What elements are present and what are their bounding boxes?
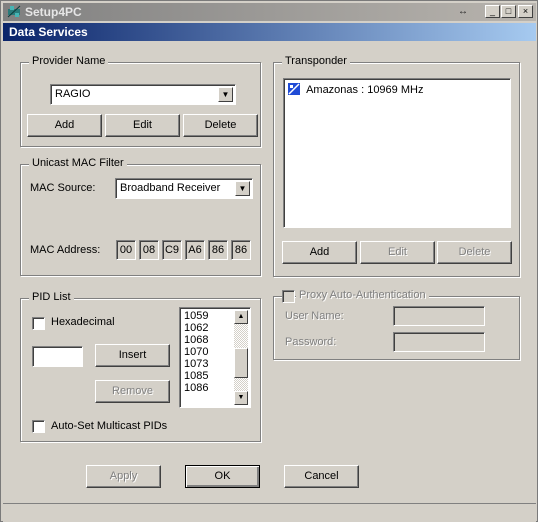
dialog-header: Data Services bbox=[3, 23, 536, 41]
provider-delete-button[interactable]: Delete bbox=[183, 114, 258, 137]
transponder-item-label: Amazonas : 10969 MHz bbox=[306, 84, 424, 96]
scrollbar-thumb[interactable] bbox=[234, 348, 248, 378]
status-bar bbox=[3, 503, 536, 522]
close-button[interactable]: × bbox=[518, 5, 533, 18]
provider-dropdown[interactable]: RAGIO ▼ bbox=[50, 84, 236, 105]
provider-add-button[interactable]: Add bbox=[27, 114, 102, 137]
scroll-down-icon[interactable]: ▼ bbox=[234, 391, 248, 405]
hexadecimal-label: Hexadecimal bbox=[51, 316, 115, 328]
list-item[interactable]: 1086 bbox=[182, 382, 234, 394]
resize-icon[interactable]: ↔ bbox=[454, 5, 472, 18]
transponder-delete-button[interactable]: Delete bbox=[437, 241, 512, 264]
user-name-label: User Name: bbox=[285, 310, 344, 322]
pid-listbox[interactable]: 1059 1062 1068 1070 1073 1085 1086 ▲ ▼ bbox=[179, 307, 251, 408]
ok-button[interactable]: OK bbox=[185, 465, 260, 488]
pid-scrollbar[interactable]: ▲ ▼ bbox=[234, 310, 248, 405]
provider-selected: RAGIO bbox=[55, 88, 91, 100]
password-input[interactable] bbox=[393, 332, 485, 352]
maximize-button[interactable]: □ bbox=[501, 5, 516, 18]
chevron-down-icon[interactable]: ▼ bbox=[235, 181, 250, 196]
provider-legend: Provider Name bbox=[29, 55, 109, 67]
hexadecimal-checkbox[interactable] bbox=[32, 317, 45, 330]
setup-window: Setup4PC ↔ _ □ × Data Services Provider … bbox=[0, 0, 538, 522]
mac-filter-legend: Unicast MAC Filter bbox=[29, 157, 127, 169]
list-item[interactable]: 1062 bbox=[182, 322, 234, 334]
satellite-icon bbox=[7, 5, 21, 18]
mac-source-dropdown[interactable]: Broadband Receiver ▼ bbox=[115, 178, 253, 199]
cancel-button[interactable]: Cancel bbox=[284, 465, 359, 488]
list-item[interactable]: 1059 bbox=[182, 310, 234, 322]
minimize-button[interactable]: _ bbox=[485, 5, 500, 18]
proxy-legend: Proxy Auto-Authentication bbox=[296, 289, 429, 301]
pid-items: 1059 1062 1068 1070 1073 1085 1086 bbox=[182, 310, 234, 394]
mac-source-selected: Broadband Receiver bbox=[120, 182, 221, 194]
apply-button[interactable]: Apply bbox=[86, 465, 161, 488]
transponder-add-button[interactable]: Add bbox=[282, 241, 357, 264]
user-name-input[interactable] bbox=[393, 306, 485, 326]
transponder-list[interactable]: Amazonas : 10969 MHz bbox=[283, 78, 511, 228]
insert-button[interactable]: Insert bbox=[95, 344, 170, 367]
auto-set-checkbox[interactable] bbox=[32, 420, 45, 433]
mac-octet[interactable]: A6 bbox=[185, 240, 205, 260]
title-bar[interactable]: Setup4PC ↔ _ □ × bbox=[3, 3, 536, 21]
mac-octet[interactable]: C9 bbox=[162, 240, 182, 260]
pid-input[interactable] bbox=[32, 346, 83, 367]
window-title: Setup4PC bbox=[25, 5, 82, 19]
password-label: Password: bbox=[285, 336, 337, 348]
mac-octet[interactable]: 86 bbox=[208, 240, 228, 260]
mac-address-label: MAC Address: bbox=[30, 244, 101, 256]
list-item[interactable]: 1085 bbox=[182, 370, 234, 382]
auto-set-label: Auto-Set Multicast PIDs bbox=[51, 420, 168, 432]
chevron-down-icon[interactable]: ▼ bbox=[218, 87, 233, 102]
mac-octet[interactable]: 00 bbox=[116, 240, 136, 260]
list-item[interactable]: 1073 bbox=[182, 358, 234, 370]
list-item[interactable]: 1068 bbox=[182, 334, 234, 346]
mac-octet[interactable]: 86 bbox=[231, 240, 251, 260]
scroll-up-icon[interactable]: ▲ bbox=[234, 310, 248, 324]
mac-source-label: MAC Source: bbox=[30, 182, 96, 194]
transponder-edit-button[interactable]: Edit bbox=[360, 241, 435, 264]
proxy-checkbox[interactable] bbox=[282, 290, 295, 303]
remove-button[interactable]: Remove bbox=[95, 380, 170, 403]
pid-list-legend: PID List bbox=[29, 291, 74, 303]
mac-octet[interactable]: 08 bbox=[139, 240, 159, 260]
dialog-title: Data Services bbox=[9, 25, 88, 39]
satellite-icon bbox=[288, 83, 300, 95]
provider-edit-button[interactable]: Edit bbox=[105, 114, 180, 137]
transponder-legend: Transponder bbox=[282, 55, 350, 67]
list-item[interactable]: 1070 bbox=[182, 346, 234, 358]
transponder-item[interactable]: Amazonas : 10969 MHz bbox=[288, 83, 423, 97]
